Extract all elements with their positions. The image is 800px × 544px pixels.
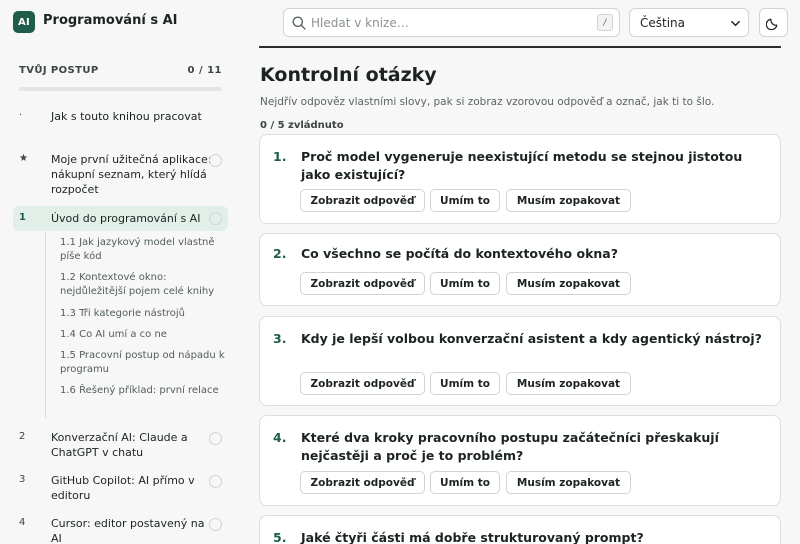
sidebar-item-label: Jak s touto knihou pracovat [51, 110, 202, 123]
sidebar-item-number: ★ [19, 153, 28, 164]
need-repeat-button[interactable]: Musím zopakovat [506, 372, 631, 395]
progress-header: TVŮJ POSTUP 0 / 11 [19, 65, 222, 76]
progress-count: 0 / 11 [187, 65, 222, 76]
sidebar-item-number: 4 [19, 517, 26, 528]
sidebar-item-first-app[interactable]: ★ Moje první užitečná aplikace: nákupní … [13, 152, 228, 200]
question-number: 3. [273, 331, 287, 346]
app-title[interactable]: Programování s AI [43, 13, 177, 28]
circle-icon [209, 475, 222, 488]
search-shortcut-hint: / [597, 14, 613, 31]
show-answer-button[interactable]: Zobrazit odpověď [300, 471, 425, 494]
sidebar-item-label: Moje první užitečná aplikace: nákupní se… [51, 153, 212, 196]
sidebar-item-chapter-4[interactable]: 4 Cursor: editor postavený na AI [13, 516, 228, 544]
circle-icon [209, 432, 222, 445]
question-text: Které dva kroky pracovního postupu začát… [301, 430, 719, 463]
moon-icon [766, 18, 778, 30]
know-it-button[interactable]: Umím to [430, 189, 500, 212]
circle-icon [209, 212, 222, 225]
sidebar-subitem-1-4[interactable]: 1.4 Co AI umí a co ne [60, 328, 228, 342]
sidebar-subitem-1-3[interactable]: 1.3 Tři kategorie nástrojů [60, 307, 228, 321]
question-card-2: 2. Co všechno se počítá do kontextového … [259, 233, 781, 306]
question-number: 2. [273, 246, 287, 261]
question-card-1: 1. Proč model vygeneruje neexistující me… [259, 134, 781, 224]
theme-toggle-button[interactable] [759, 8, 788, 37]
search-box[interactable]: / [283, 8, 620, 37]
question-card-5: 5. Jaké čtyři části má dobře strukturova… [259, 515, 781, 544]
sidebar-item-chapter-3[interactable]: 3 GitHub Copilot: AI přímo v editoru [13, 473, 228, 505]
question-number: 4. [273, 430, 287, 445]
sidebar-item-chapter-2[interactable]: 2 Konverzační AI: Claude a ChatGPT v cha… [13, 430, 228, 462]
top-bar: AI Programování s AI / Čeština [0, 0, 800, 46]
need-repeat-button[interactable]: Musím zopakovat [506, 189, 631, 212]
need-repeat-button[interactable]: Musím zopakovat [506, 471, 631, 494]
page-subtitle: Nejdřív odpověz vlastními slovy, pak si … [260, 96, 715, 108]
mastered-count: 0 / 5 zvládnuto [260, 120, 344, 131]
circle-icon [209, 518, 222, 531]
circle-icon [209, 154, 222, 167]
sidebar-subitem-1-2[interactable]: 1.2 Kontextové okno: nejdůležitější poje… [60, 271, 228, 299]
sidebar-subitem-1-1[interactable]: 1.1 Jak jazykový model vlastně píše kód [60, 236, 228, 264]
question-text: Jaké čtyři části má dobře strukturovaný … [301, 530, 644, 544]
language-select[interactable]: Čeština [629, 8, 749, 37]
know-it-button[interactable]: Umím to [430, 471, 500, 494]
sidebar-subitem-1-6[interactable]: 1.6 Řešený příklad: první relace [60, 384, 228, 398]
show-answer-button[interactable]: Zobrazit odpověď [300, 272, 425, 295]
need-repeat-button[interactable]: Musím zopakovat [506, 272, 631, 295]
sidebar-subitem-1-5[interactable]: 1.5 Pracovní postup od nápadu k programu [60, 349, 228, 377]
sidebar-item-label: Konverzační AI: Claude a ChatGPT v chatu [51, 431, 188, 459]
chevron-down-icon [731, 20, 740, 27]
show-answer-button[interactable]: Zobrazit odpověď [300, 189, 425, 212]
search-input[interactable] [311, 13, 581, 33]
sidebar: TVŮJ POSTUP 0 / 11 · Jak s touto knihou … [0, 46, 242, 544]
sidebar-item-number: 1 [19, 212, 26, 223]
question-card-3: 3. Kdy je lepší volbou konverzační asist… [259, 316, 781, 406]
sidebar-item-label: Úvod do programování s AI [51, 212, 201, 225]
sidebar-item-number: · [19, 110, 23, 121]
language-selected: Čeština [640, 16, 686, 30]
sidebar-item-label: Cursor: editor postavený na AI [51, 517, 205, 544]
question-text: Kdy je lepší volbou konverzační asistent… [301, 331, 762, 346]
question-number: 5. [273, 530, 287, 544]
question-card-4: 4. Které dva kroky pracovního postupu za… [259, 415, 781, 506]
sidebar-item-number: 2 [19, 431, 26, 442]
sidebar-item-chapter-1[interactable]: 1 Úvod do programování s AI [13, 206, 228, 231]
sidebar-item-intro[interactable]: · Jak s touto knihou pracovat [13, 109, 228, 141]
sidebar-subsections: 1.1 Jak jazykový model vlastně píše kód … [45, 232, 228, 418]
question-text: Co všechno se počítá do kontextového okn… [301, 246, 618, 261]
question-number: 1. [273, 149, 287, 164]
page-title: Kontrolní otázky [260, 64, 437, 86]
content-divider [259, 46, 781, 48]
question-text: Proč model vygeneruje neexistující metod… [301, 149, 743, 182]
sidebar-item-label: GitHub Copilot: AI přímo v editoru [51, 474, 195, 502]
sidebar-item-number: 3 [19, 474, 26, 485]
know-it-button[interactable]: Umím to [430, 272, 500, 295]
know-it-button[interactable]: Umím to [430, 372, 500, 395]
progress-label: TVŮJ POSTUP [19, 65, 99, 76]
search-icon [292, 16, 306, 30]
show-answer-button[interactable]: Zobrazit odpověď [300, 372, 425, 395]
progress-bar [19, 87, 222, 91]
app-logo[interactable]: AI [13, 11, 35, 33]
